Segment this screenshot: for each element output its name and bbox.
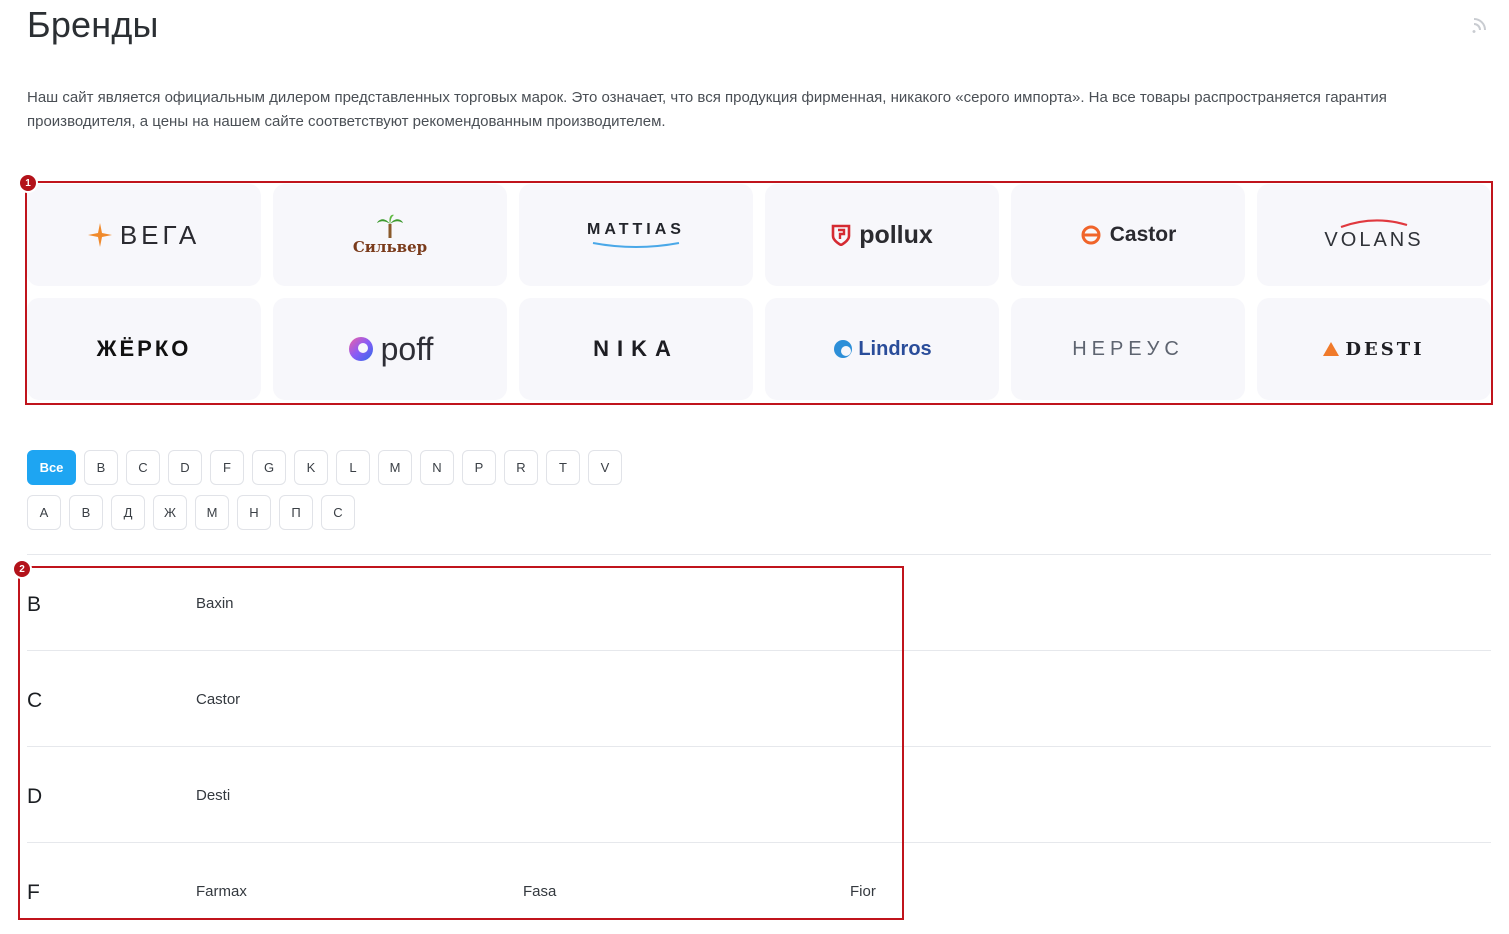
brand-card-mattias[interactable]: MATTIAS [519, 184, 753, 286]
brand-logo-text: НЕРЕУС [1072, 337, 1184, 360]
filter-letter-d-cyr[interactable]: Д [111, 495, 145, 530]
filter-letter-v[interactable]: V [588, 450, 622, 485]
rss-icon[interactable] [1470, 14, 1490, 34]
palm-tree-icon [377, 214, 403, 238]
group-letter: C [27, 689, 43, 712]
brand-logo-grid: ВЕГА Сильвер MATTIAS pollux Castor VOLAN… [27, 184, 1491, 400]
filter-letter-zh-cyr[interactable]: Ж [153, 495, 187, 530]
filter-letter-d[interactable]: D [168, 450, 202, 485]
brand-logo-text: Lindros [858, 337, 932, 360]
filter-letter-m-cyr[interactable]: М [195, 495, 229, 530]
filter-letter-r[interactable]: R [504, 450, 538, 485]
brand-logo-text: Сильвер [352, 238, 428, 256]
brand-link[interactable]: Farmax [196, 883, 247, 900]
shield-icon [831, 224, 851, 246]
latin-letter-row: Все B C D F G K L M N P R T V [27, 450, 727, 485]
brand-list: B Baxin C Castor D Desti F Farmax Fasa F… [27, 554, 1491, 934]
annotation-badge-1: 1 [18, 173, 38, 193]
filter-letter-b[interactable]: B [84, 450, 118, 485]
brand-logo-text: MATTIAS [587, 221, 685, 238]
filter-letter-k[interactable]: K [294, 450, 328, 485]
brand-logo-text: VOLANS [1324, 228, 1424, 251]
brand-link[interactable]: Baxin [196, 595, 234, 612]
brand-link[interactable]: Fasa [523, 883, 556, 900]
swoosh-icon [1340, 218, 1408, 228]
filter-letter-a-cyr[interactable]: А [27, 495, 61, 530]
brand-card-castor[interactable]: Castor [1011, 184, 1245, 286]
filter-all-button[interactable]: Все [27, 450, 76, 485]
brand-card-pollux[interactable]: pollux [765, 184, 999, 286]
group-letter: F [27, 881, 40, 904]
filter-letter-m[interactable]: M [378, 450, 412, 485]
triangle-icon [1323, 342, 1340, 356]
brand-link[interactable]: Desti [196, 787, 230, 804]
brand-logo-text: DESTI [1345, 338, 1425, 360]
filter-letter-c[interactable]: C [126, 450, 160, 485]
brand-logo-text: NIKA [593, 336, 679, 361]
filter-letter-s-cyr[interactable]: С [321, 495, 355, 530]
filter-letter-f[interactable]: F [210, 450, 244, 485]
list-group-b: B Baxin [27, 554, 1491, 650]
filter-letter-v-cyr[interactable]: В [69, 495, 103, 530]
brand-link[interactable]: Fior [850, 883, 876, 900]
brand-link[interactable]: Castor [196, 691, 240, 708]
wave-icon [592, 242, 680, 248]
brand-card-volans[interactable]: VOLANS [1257, 184, 1491, 286]
brand-card-desti[interactable]: DESTI [1257, 298, 1491, 400]
brand-card-silver[interactable]: Сильвер [273, 184, 507, 286]
brand-logo-text: ЖЁРКО [96, 336, 192, 361]
castor-icon [1081, 225, 1101, 245]
list-group-f: F Farmax Fasa Fior [27, 842, 1491, 934]
brand-logo-text: ВЕГА [119, 219, 201, 250]
brand-card-zherko[interactable]: ЖЁРКО [27, 298, 261, 400]
group-letter: B [27, 593, 42, 616]
filter-letter-g[interactable]: G [252, 450, 286, 485]
group-letter: D [27, 785, 43, 808]
brand-card-nereus[interactable]: НЕРЕУС [1011, 298, 1245, 400]
intro-text: Наш сайт является официальным дилером пр… [27, 89, 1387, 130]
brand-logo-text: poff [380, 330, 434, 367]
filter-letter-n[interactable]: N [420, 450, 454, 485]
star-icon [87, 223, 112, 247]
page-title: Бренды [27, 4, 159, 45]
brand-card-nika[interactable]: NIKA [519, 298, 753, 400]
filter-letter-t[interactable]: T [546, 450, 580, 485]
filter-letter-p[interactable]: P [462, 450, 496, 485]
brand-card-poff[interactable]: poff [273, 298, 507, 400]
filter-letter-p-cyr[interactable]: П [279, 495, 313, 530]
filter-letter-l[interactable]: L [336, 450, 370, 485]
list-group-d: D Desti [27, 746, 1491, 842]
brand-logo-text: Castor [1109, 223, 1177, 246]
brand-logo-text: pollux [859, 220, 933, 249]
annotation-badge-2: 2 [12, 559, 32, 579]
list-group-c: C Castor [27, 650, 1491, 746]
brand-card-lindros[interactable]: Lindros [765, 298, 999, 400]
lindros-icon [834, 340, 853, 358]
brand-card-vega[interactable]: ВЕГА [27, 184, 261, 286]
letter-filter: Все B C D F G K L M N P R T V А В Д Ж М … [27, 450, 727, 540]
swirl-icon [348, 337, 373, 361]
cyrillic-letter-row: А В Д Ж М Н П С [27, 495, 727, 530]
filter-letter-n-cyr[interactable]: Н [237, 495, 271, 530]
